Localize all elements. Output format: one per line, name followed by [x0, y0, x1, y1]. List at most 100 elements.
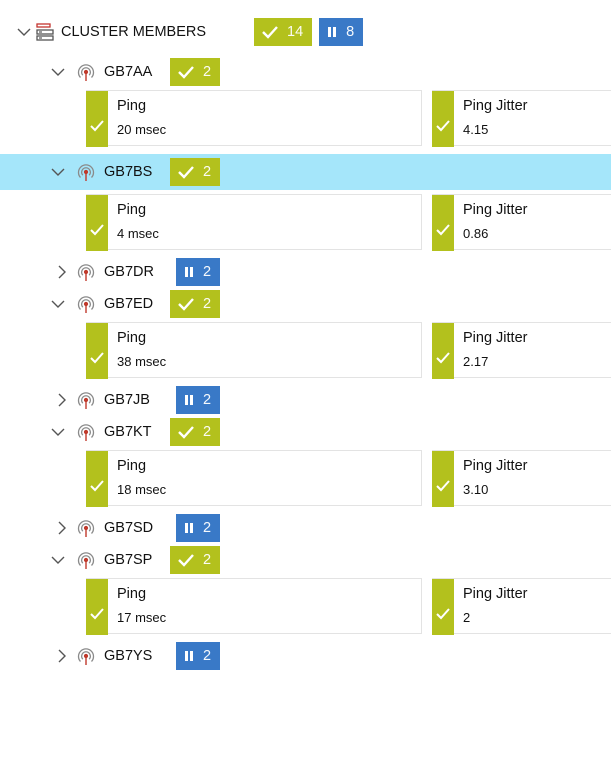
antenna-probe-icon — [76, 390, 96, 410]
checkmark-icon — [435, 119, 451, 133]
checkmark-icon — [177, 297, 195, 311]
up-count-badge[interactable]: 2 — [170, 290, 221, 318]
checkmark-icon — [89, 119, 105, 133]
checkmark-icon — [177, 165, 195, 179]
checkmark-icon — [435, 223, 451, 237]
sensor-name: Ping — [117, 458, 147, 474]
chevron-down-icon[interactable] — [48, 422, 68, 442]
pause-icon — [326, 26, 338, 38]
sensor-count: 2 — [203, 64, 212, 80]
device-name: GB7KT — [104, 424, 152, 440]
sensor-tile-ping-jitter[interactable]: Ping Jitter 3.10 — [432, 450, 611, 507]
sensor-count: 2 — [203, 552, 212, 568]
sensor-tile-ping-jitter[interactable]: Ping Jitter 4.15 — [432, 90, 611, 147]
sensor-tile-ping[interactable]: Ping 17 msec — [86, 578, 422, 635]
up-count-badge[interactable]: 2 — [170, 546, 221, 574]
device-name: GB7ED — [104, 296, 154, 312]
sensor-name: Ping — [117, 586, 147, 602]
device-row-gb7ed[interactable]: GB7ED 2 — [0, 290, 611, 318]
paused-count-badge[interactable]: 2 — [176, 386, 221, 414]
cluster-group-icon — [35, 22, 55, 42]
sensor-value: 20 msec — [117, 122, 167, 137]
up-count-badge[interactable]: 14 — [254, 18, 313, 46]
sensor-count: 2 — [203, 392, 212, 408]
root-row[interactable]: CLUSTER MEMBERS 14 8 — [0, 18, 611, 46]
paused-count: 8 — [346, 24, 355, 40]
antenna-probe-icon — [76, 646, 96, 666]
sensor-tile-ping-jitter[interactable]: Ping Jitter 2 — [432, 578, 611, 635]
antenna-probe-icon — [76, 422, 96, 442]
checkmark-icon — [177, 425, 195, 439]
sensor-tile-ping[interactable]: Ping 4 msec — [86, 194, 422, 251]
chevron-down-icon[interactable] — [14, 22, 34, 42]
antenna-probe-icon — [76, 162, 96, 182]
device-row-gb7kt[interactable]: GB7KT 2 — [0, 418, 611, 446]
up-count-badge[interactable]: 2 — [170, 158, 221, 186]
device-row-gb7ys[interactable]: GB7YS 2 — [0, 642, 611, 670]
checkmark-icon — [261, 25, 279, 39]
checkmark-icon — [435, 607, 451, 621]
sensor-name: Ping — [117, 98, 147, 114]
pause-icon — [183, 266, 195, 278]
antenna-probe-icon — [76, 262, 96, 282]
device-row-gb7sp[interactable]: GB7SP 2 — [0, 546, 611, 574]
device-row-gb7dr[interactable]: GB7DR 2 — [0, 258, 611, 286]
paused-count-badge[interactable]: 8 — [319, 18, 364, 46]
sensor-count: 2 — [203, 648, 212, 664]
device-row-gb7sd[interactable]: GB7SD 2 — [0, 514, 611, 542]
checkmark-icon — [435, 479, 451, 493]
checkmark-icon — [177, 65, 195, 79]
sensor-name: Ping — [117, 330, 147, 346]
pause-icon — [183, 394, 195, 406]
paused-count-badge[interactable]: 2 — [176, 514, 221, 542]
chevron-down-icon[interactable] — [48, 162, 68, 182]
sensor-name: Ping Jitter — [463, 202, 528, 218]
device-name: GB7BS — [104, 164, 153, 180]
sensor-status-bar — [86, 323, 108, 379]
sensor-tile-ping-jitter[interactable]: Ping Jitter 2.17 — [432, 322, 611, 379]
chevron-right-icon[interactable] — [52, 518, 72, 538]
sensor-value: 4 msec — [117, 226, 159, 241]
checkmark-icon — [89, 351, 105, 365]
device-row-gb7jb[interactable]: GB7JB 2 — [0, 386, 611, 414]
device-row-gb7bs[interactable]: GB7BS 2 — [0, 154, 611, 190]
chevron-down-icon[interactable] — [48, 62, 68, 82]
paused-count-badge[interactable]: 2 — [176, 258, 221, 286]
sensor-tile-ping-jitter[interactable]: Ping Jitter 0.86 — [432, 194, 611, 251]
chevron-down-icon[interactable] — [48, 550, 68, 570]
sensor-status-bar — [86, 195, 108, 251]
chevron-right-icon[interactable] — [52, 262, 72, 282]
pause-icon — [183, 650, 195, 662]
sensor-status-bar — [86, 451, 108, 507]
device-name: GB7SD — [104, 520, 154, 536]
sensor-name: Ping Jitter — [463, 98, 528, 114]
sensor-count: 2 — [203, 264, 212, 280]
chevron-right-icon[interactable] — [52, 646, 72, 666]
up-count-badge[interactable]: 2 — [170, 58, 221, 86]
device-row-gb7aa[interactable]: GB7AA 2 — [0, 58, 611, 86]
cluster-tree: CLUSTER MEMBERS 14 8 GB7AA 2 Ping 20 msec Pi… — [0, 0, 611, 764]
sensor-name: Ping Jitter — [463, 330, 528, 346]
antenna-probe-icon — [76, 550, 96, 570]
sensor-status-bar — [432, 91, 454, 147]
sensor-status-bar — [432, 451, 454, 507]
paused-count-badge[interactable]: 2 — [176, 642, 221, 670]
checkmark-icon — [177, 553, 195, 567]
sensor-status-bar — [432, 323, 454, 379]
sensor-status-bar — [432, 579, 454, 635]
device-name: GB7AA — [104, 64, 153, 80]
sensor-status-bar — [86, 91, 108, 147]
sensor-tile-ping[interactable]: Ping 20 msec — [86, 90, 422, 147]
checkmark-icon — [89, 223, 105, 237]
chevron-down-icon[interactable] — [48, 294, 68, 314]
sensor-value: 17 msec — [117, 610, 167, 625]
antenna-probe-icon — [76, 294, 96, 314]
up-count-badge[interactable]: 2 — [170, 418, 221, 446]
sensor-tile-ping[interactable]: Ping 18 msec — [86, 450, 422, 507]
sensor-value: 0.86 — [463, 226, 489, 241]
chevron-right-icon[interactable] — [52, 390, 72, 410]
sensor-value: 38 msec — [117, 354, 167, 369]
sensor-name: Ping Jitter — [463, 586, 528, 602]
sensor-value: 18 msec — [117, 482, 167, 497]
sensor-tile-ping[interactable]: Ping 38 msec — [86, 322, 422, 379]
